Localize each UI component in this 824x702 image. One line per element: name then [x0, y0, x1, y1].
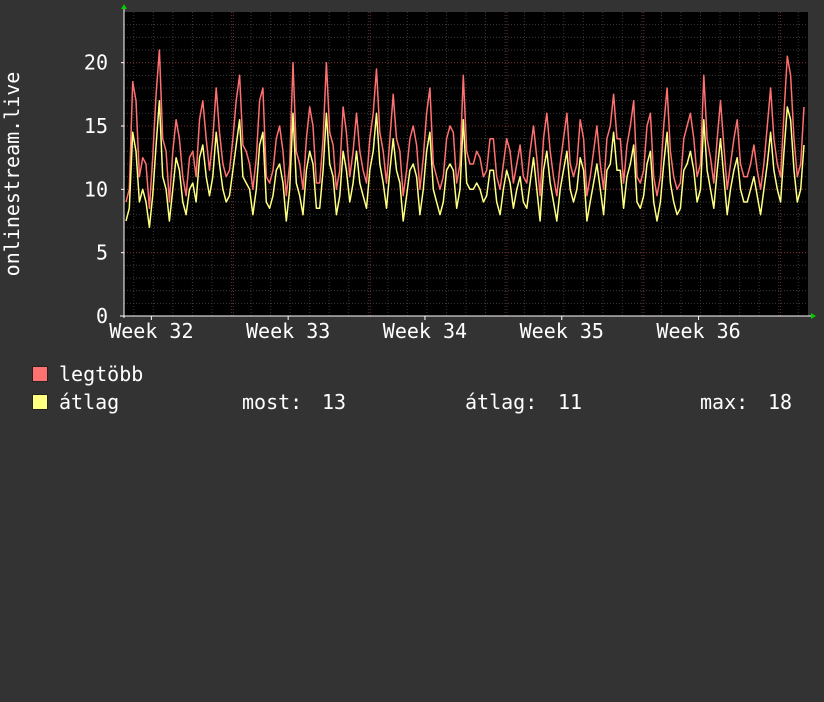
y-axis-arrow	[121, 4, 127, 9]
x-tick-label: Week 34	[383, 319, 467, 343]
legend-swatch-max	[32, 366, 48, 382]
stat-now-label: most:	[242, 390, 303, 414]
x-tick-label: Week 32	[109, 319, 193, 343]
legend-label-max: legtöbb	[59, 362, 144, 386]
y-tick-label: 0	[96, 304, 108, 328]
stat-avg-label: átlag:	[465, 390, 538, 414]
x-tick-label: Week 36	[656, 319, 740, 343]
y-tick-label: 15	[84, 114, 108, 138]
stat-max-label: max:	[700, 390, 749, 414]
legend-swatch-avg	[32, 394, 48, 410]
line-chart: 0 5 10 15 20 Week 32 Week 33 Week 34 Week 35 Week…	[0, 4, 816, 343]
legend-label-avg: átlag	[59, 390, 120, 414]
stat-now-value: 13	[322, 390, 347, 414]
y-tick-label: 5	[96, 241, 108, 265]
legend-row-max: legtöbb	[32, 362, 143, 386]
y-tick-label: 20	[84, 51, 108, 75]
stat-avg-value: 11	[558, 390, 583, 414]
stat-max-value: 18	[768, 390, 793, 414]
x-axis-arrow	[811, 313, 816, 319]
x-tick-label: Week 33	[246, 319, 330, 343]
y-tick-label: 10	[84, 177, 108, 201]
chart-container: 0 5 10 15 20 Week 32 Week 33 Week 34 Week 35 Week…	[0, 0, 824, 430]
y-axis-label: onlinestream.live	[0, 72, 24, 277]
x-tick-label: Week 35	[520, 319, 604, 343]
legend-row-avg: átlag most: 13 átlag: 11 max: 18	[32, 390, 822, 414]
